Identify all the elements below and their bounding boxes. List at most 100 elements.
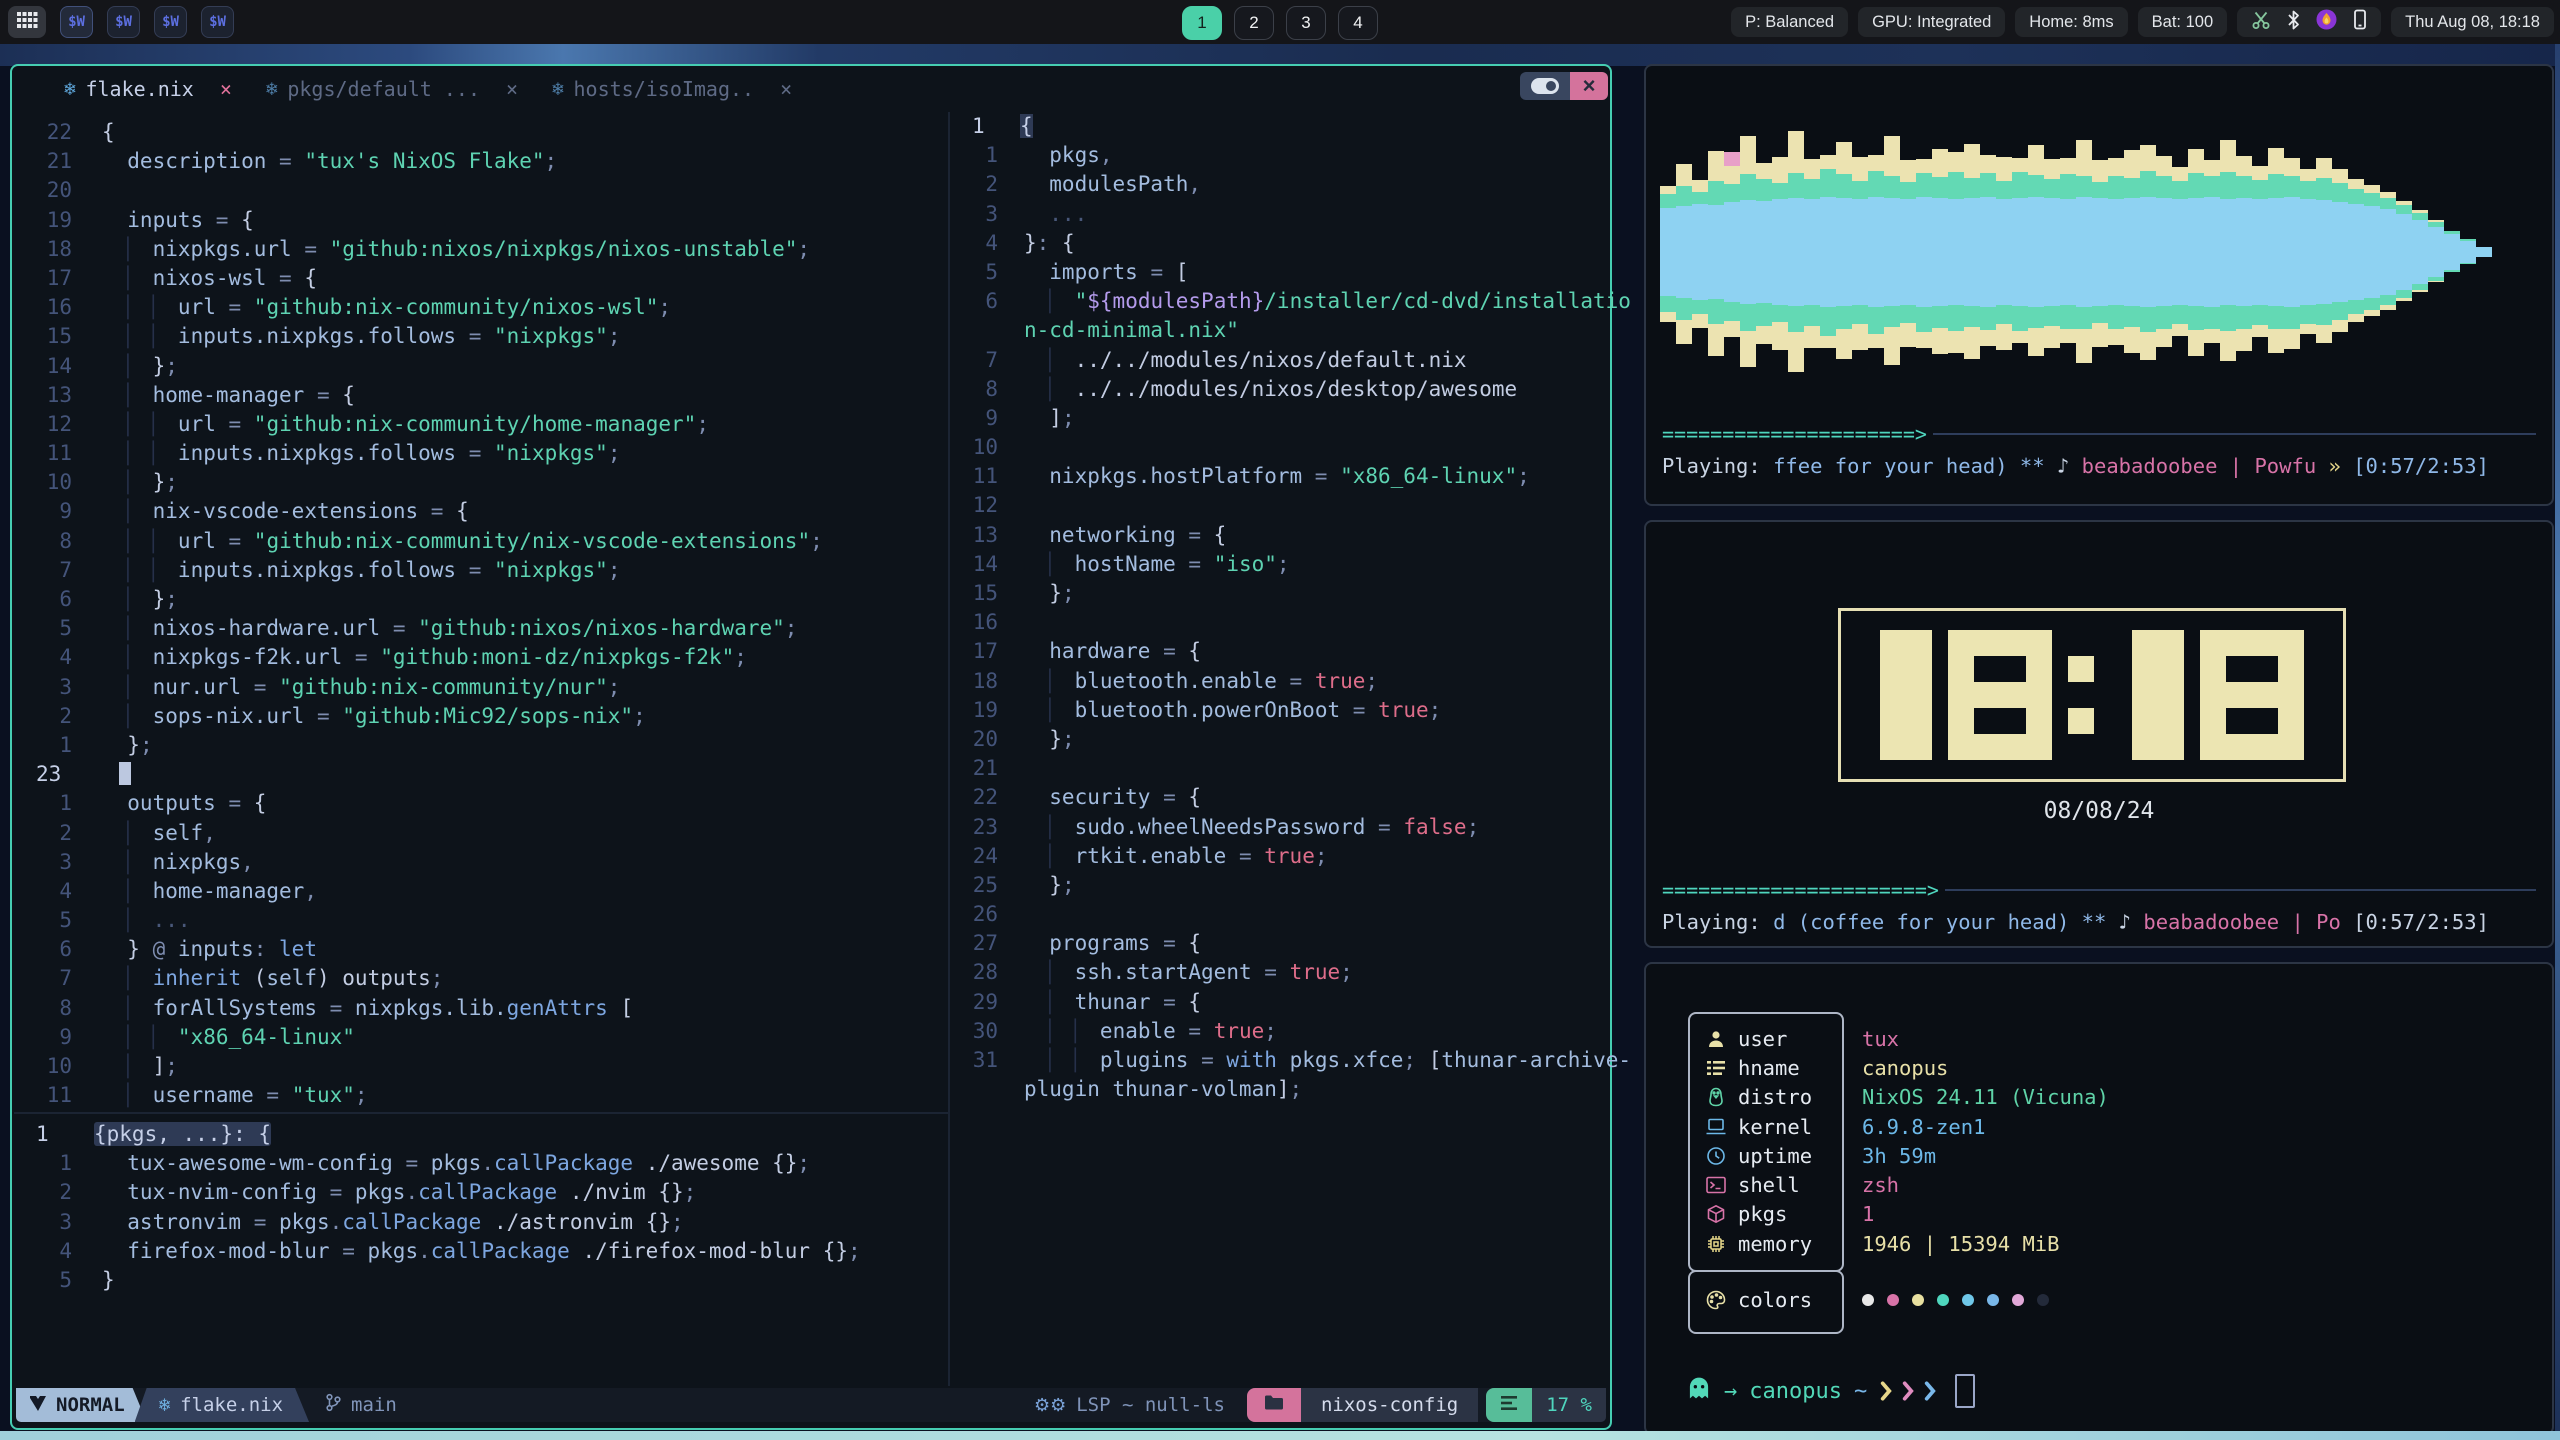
now-playing-line: Playing: ffee for your head) ** ♪ beabad… (1662, 454, 2489, 478)
prompt-arrow: → (1724, 1379, 1737, 1404)
status-pill: GPU: Integrated (1858, 7, 2005, 37)
line-number: 22 (28, 118, 88, 147)
code-line: 6 ▏ "${modulesPath}/installer/cd-dvd/ins… (964, 287, 1610, 316)
audio-visualizer (1660, 92, 2520, 412)
line-number: 10 (28, 468, 88, 497)
workspace-badge[interactable]: $W (107, 6, 140, 38)
code-pane-left[interactable]: 22{21 description = "tux's NixOS Flake";… (28, 118, 944, 1110)
fetch-row-shell: shell (1704, 1171, 1800, 1200)
line-number: 7 (964, 346, 1010, 375)
tag-2[interactable]: 2 (1234, 6, 1274, 40)
line-number: 14 (964, 550, 1010, 579)
bluetooth-icon[interactable] (2287, 10, 2300, 35)
neovim-window: ❄flake.nix× ❄pkgs/default ...× ❄hosts/isoI… (10, 64, 1612, 1430)
code-line: n-cd-minimal.nix" (964, 316, 1610, 345)
line-number: 1 (964, 141, 1010, 170)
line-number: 4 (28, 643, 88, 672)
tab-flake-nix[interactable]: ❄flake.nix× (64, 77, 232, 101)
code-line: 8 ▏ ../../modules/nixos/desktop/awesome (964, 375, 1610, 404)
fetch-value-shell: zsh (1862, 1171, 1899, 1200)
code-line: 2 ▏ sops-nix.url = "github:Mic92/sops-ni… (28, 702, 944, 731)
grid-icon (16, 11, 38, 34)
fetch-value-hname: canopus (1862, 1053, 1948, 1082)
tag-4[interactable]: 4 (1338, 6, 1378, 40)
laptop-icon (1704, 1117, 1728, 1136)
palette-dot (1887, 1294, 1899, 1306)
code-line: 10 ▏ ]; (28, 1052, 944, 1081)
vertical-split-divider[interactable] (948, 112, 950, 1386)
fetch-row-user: user (1704, 1024, 1787, 1053)
line-number: 19 (964, 696, 1010, 725)
code-line: 10 ▏ }; (28, 468, 944, 497)
clock-digit (2068, 630, 2094, 760)
palette-dots (1862, 1285, 2049, 1314)
line-number: 11 (28, 1081, 88, 1110)
line-number: 3 (28, 673, 88, 702)
code-pane-right[interactable]: 1{1 pkgs,2 modulesPath,3 ...4}: {5 impor… (964, 112, 1610, 1104)
scissors-icon[interactable] (2251, 10, 2271, 35)
window-toggle-button[interactable] (1520, 72, 1570, 100)
line-number: 9 (28, 497, 88, 526)
clock-widget: Thu Aug 08, 18:18 (2391, 7, 2554, 37)
tab-hosts-isoImag-[interactable]: ❄hosts/isoImag..× (552, 77, 792, 101)
code-line: 26 (964, 900, 1610, 929)
line-number (964, 316, 1010, 345)
workspace-badge[interactable]: $W (201, 6, 234, 38)
shell-prompt[interactable]: → canopus ~ (1686, 1374, 1975, 1408)
branch-icon (325, 1393, 342, 1417)
tag-3[interactable]: 3 (1286, 6, 1326, 40)
palette-dot (1962, 1294, 1974, 1306)
line-number: 1 (28, 1149, 88, 1178)
project-label: nixos-config (1321, 1394, 1458, 1416)
tab-close-icon[interactable]: × (506, 77, 518, 101)
code-pane-bottom[interactable]: 1{pkgs, ...}: {1 tux-awesome-wm-config =… (28, 1120, 944, 1295)
code-line: 4 firefox-mod-blur = pkgs.callPackage ./… (28, 1237, 944, 1266)
line-number: 10 (964, 433, 1010, 462)
window-close-button[interactable]: × (1570, 72, 1608, 100)
project-name-segment[interactable]: nixos-config (1301, 1388, 1478, 1422)
line-number: 2 (28, 702, 88, 731)
app-launcher-button[interactable] (8, 6, 46, 38)
line-number: 17 (28, 264, 88, 293)
fetch-label: shell (1738, 1173, 1800, 1197)
line-number: 1 (28, 731, 88, 760)
ghost-icon (1686, 1375, 1712, 1407)
code-line: 5 ▏ ... (28, 906, 944, 935)
toggle-icon (1531, 78, 1559, 94)
wallpaper-right-sliver (2555, 44, 2560, 1431)
workspace-badge[interactable]: $W (60, 6, 93, 38)
code-line: 24 ▏ rtkit.enable = true; (964, 842, 1610, 871)
tab-close-icon[interactable]: × (220, 77, 232, 101)
line-number: 2 (964, 170, 1010, 199)
phone-icon[interactable] (2353, 9, 2367, 35)
code-line: 23 (28, 760, 944, 789)
line-number: 12 (28, 410, 88, 439)
file-segment[interactable]: ❄ flake.nix (135, 1388, 309, 1422)
code-line: 13 networking = { (964, 521, 1610, 550)
code-line: 2 tux-nvim-config = pkgs.callPackage ./n… (28, 1178, 944, 1207)
folder-icon (1264, 1394, 1284, 1416)
tag-1[interactable]: 1 (1182, 6, 1222, 40)
code-line: 19 inputs = { (28, 206, 944, 235)
line-number: 4 (964, 229, 1010, 258)
line-number: 3 (28, 1208, 88, 1237)
project-folder-segment[interactable] (1247, 1388, 1301, 1422)
line-number: 26 (964, 900, 1010, 929)
horizontal-split-divider[interactable] (14, 1112, 948, 1114)
line-number: 17 (964, 637, 1010, 666)
flame-icon[interactable] (2316, 9, 2337, 35)
git-branch[interactable]: main (325, 1393, 397, 1417)
status-pill: Home: 8ms (2015, 7, 2127, 37)
line-number (964, 1075, 1010, 1104)
line-number: 16 (28, 293, 88, 322)
tab-pkgs-default-[interactable]: ❄pkgs/default ...× (266, 77, 518, 101)
fetch-value-kernel: 6.9.8-zen1 (1862, 1112, 1985, 1141)
scroll-indicator-segment (1486, 1388, 1532, 1422)
code-line: 29 ▏ thunar = { (964, 988, 1610, 1017)
workspace-badge[interactable]: $W (154, 6, 187, 38)
tab-close-icon[interactable]: × (780, 77, 792, 101)
palette-dot (1912, 1294, 1924, 1306)
line-number: 28 (964, 958, 1010, 987)
line-number: 27 (964, 929, 1010, 958)
code-line: 4 ▏ nixpkgs-f2k.url = "github:moni-dz/ni… (28, 643, 944, 672)
